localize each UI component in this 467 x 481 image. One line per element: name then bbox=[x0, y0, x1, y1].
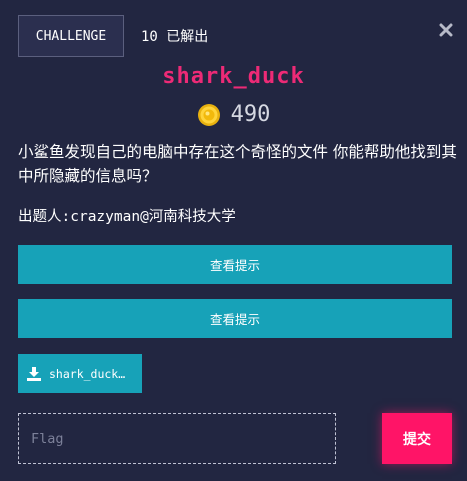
flag-input[interactable] bbox=[18, 413, 336, 464]
challenge-points: 490 bbox=[230, 102, 271, 127]
tab-challenge[interactable]: CHALLENGE bbox=[18, 15, 124, 57]
challenge-name: shark_duck bbox=[162, 64, 305, 89]
download-icon bbox=[27, 366, 41, 381]
submit-button[interactable]: 提交 bbox=[382, 413, 452, 464]
file-name: shark_duck… bbox=[49, 366, 126, 381]
challenge-author: 出题人:crazyman@河南科技大学 bbox=[18, 209, 236, 225]
close-icon[interactable] bbox=[436, 20, 456, 40]
tab-solves[interactable]: 10 已解出 bbox=[141, 15, 208, 57]
coin-icon bbox=[197, 103, 220, 126]
file-download-button[interactable]: shark_duck… bbox=[18, 354, 142, 393]
view-hint-button-1[interactable]: 查看提示 bbox=[18, 245, 452, 284]
view-hint-button-2[interactable]: 查看提示 bbox=[18, 299, 452, 338]
challenge-modal: CHALLENGE 10 已解出 shark_duck 490 小鲨鱼发现自己的… bbox=[0, 0, 467, 481]
points-row: 490 bbox=[0, 102, 467, 127]
challenge-description: 小鲨鱼发现自己的电脑中存在这个奇怪的文件 你能帮助他找到其中所隐藏的信息吗？ bbox=[18, 143, 457, 185]
